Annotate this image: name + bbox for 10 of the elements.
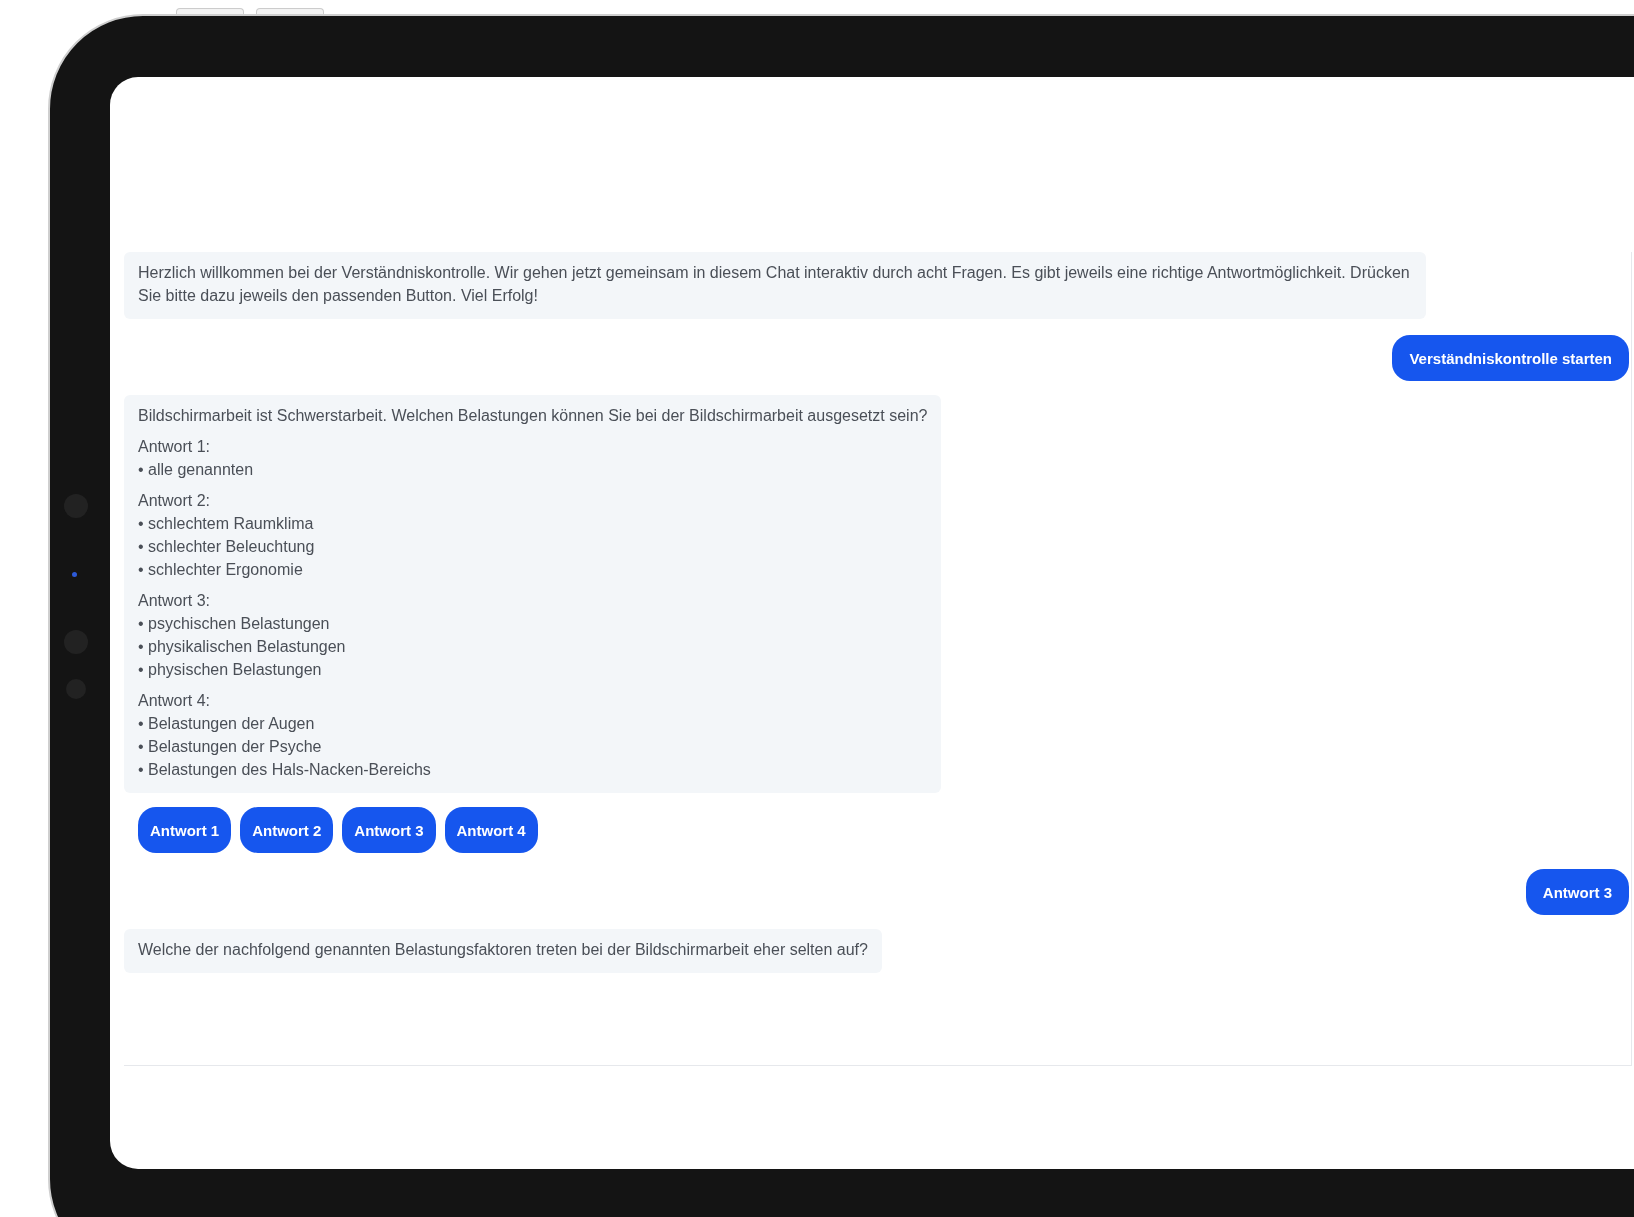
bot-message: Welche der nachfolgend genannten Belastungsfaktoren treten bei der Bildschirmarbeit eher selten auf? [124, 929, 882, 973]
user-reply-button[interactable]: Antwort 3 [1525, 869, 1629, 915]
answer-button[interactable]: Antwort 4 [444, 807, 538, 853]
answer-button[interactable]: Antwort 3 [342, 807, 436, 853]
answer-button[interactable]: Antwort 1 [138, 807, 232, 853]
camera-icon [72, 572, 77, 577]
bot-message: Herzlich willkommen bei der Verständniskontrolle. Wir gehen jetzt gemeinsam in diesem Chat interaktiv durch acht Fragen. Es gibt jeweils eine richtige Antwortmöglichkeit. Drücken Sie bitte dazu jeweils den passenden Button. Viel Erfolg! [124, 252, 1426, 319]
answer-button[interactable]: Antwort 2 [240, 807, 334, 853]
user-reply-button[interactable]: Verständniskontrolle starten [1392, 335, 1629, 381]
bot-message: Bildschirmarbeit ist Schwerstarbeit. Welchen Belastungen können Sie bei der Bildschirmarbeit ausgesetzt sein? Antwort 1: • alle genannten Antwort 2: • schlechtem Raumklima • schlechter Beleuchtung • schlechter Ergonomie Antwort 3: • psychischen Belastungen • physikalischen Belastungen • physischen Belastungen Antwort 4: • Belastungen der Augen • Belastungen der Psyche • Belastungen des Hals-Nacken-Bereichs [124, 395, 942, 793]
